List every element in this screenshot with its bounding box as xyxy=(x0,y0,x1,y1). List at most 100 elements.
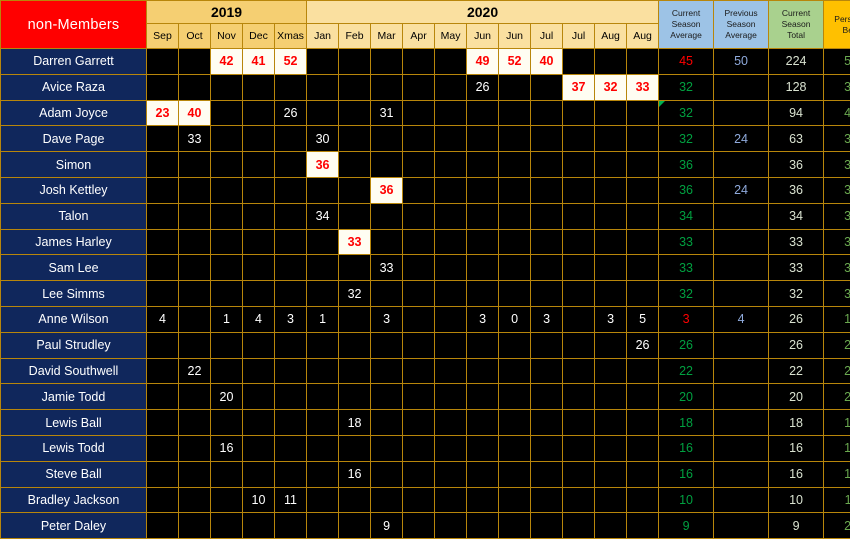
score-cell[interactable] xyxy=(499,332,531,358)
current-season-average-cell[interactable]: 9 xyxy=(659,513,714,539)
score-cell[interactable] xyxy=(435,513,467,539)
score-cell[interactable] xyxy=(435,203,467,229)
score-cell[interactable] xyxy=(531,126,563,152)
score-cell[interactable] xyxy=(595,229,627,255)
score-cell[interactable] xyxy=(627,255,659,281)
score-cell[interactable] xyxy=(371,384,403,410)
score-cell[interactable] xyxy=(307,74,339,100)
current-season-average-cell[interactable]: 36 xyxy=(659,152,714,178)
current-season-total-cell[interactable]: 20 xyxy=(769,384,824,410)
score-cell[interactable] xyxy=(627,281,659,307)
previous-season-average-cell[interactable] xyxy=(714,410,769,436)
score-cell[interactable] xyxy=(243,229,275,255)
score-cell[interactable] xyxy=(275,281,307,307)
score-cell[interactable] xyxy=(627,100,659,126)
score-cell[interactable] xyxy=(243,152,275,178)
personal-best-cell[interactable]: 11 xyxy=(824,487,850,513)
score-cell[interactable] xyxy=(339,255,371,281)
score-cell[interactable] xyxy=(243,332,275,358)
score-cell[interactable] xyxy=(307,332,339,358)
previous-season-average-cell[interactable] xyxy=(714,229,769,255)
score-cell[interactable] xyxy=(371,152,403,178)
score-cell[interactable] xyxy=(211,461,243,487)
score-cell[interactable] xyxy=(179,435,211,461)
score-cell[interactable] xyxy=(307,100,339,126)
score-cell[interactable] xyxy=(403,255,435,281)
score-cell[interactable] xyxy=(595,49,627,75)
score-cell[interactable] xyxy=(627,410,659,436)
score-cell[interactable] xyxy=(435,384,467,410)
score-cell[interactable]: 31 xyxy=(371,100,403,126)
personal-best-cell[interactable]: 33 xyxy=(824,126,850,152)
personal-best-cell[interactable]: 34 xyxy=(824,203,850,229)
score-cell[interactable] xyxy=(531,435,563,461)
score-cell[interactable] xyxy=(147,281,179,307)
score-cell[interactable] xyxy=(435,74,467,100)
score-cell[interactable]: 3 xyxy=(275,306,307,332)
personal-best-cell[interactable]: 21 xyxy=(824,513,850,539)
current-season-average-cell[interactable]: 45 xyxy=(659,49,714,75)
score-cell[interactable]: 30 xyxy=(307,126,339,152)
score-cell[interactable] xyxy=(307,487,339,513)
current-season-average-cell[interactable]: 16 xyxy=(659,461,714,487)
personal-best-cell[interactable]: 36 xyxy=(824,177,850,203)
score-cell[interactable] xyxy=(563,435,595,461)
player-name-cell[interactable]: Sam Lee xyxy=(1,255,147,281)
score-cell[interactable] xyxy=(339,487,371,513)
score-cell[interactable]: 3 xyxy=(371,306,403,332)
score-cell[interactable] xyxy=(435,306,467,332)
current-season-total-cell[interactable]: 33 xyxy=(769,255,824,281)
score-cell[interactable] xyxy=(531,461,563,487)
score-cell[interactable] xyxy=(403,203,435,229)
score-cell[interactable] xyxy=(147,435,179,461)
score-cell[interactable] xyxy=(211,229,243,255)
personal-best-cell[interactable]: 22 xyxy=(824,358,850,384)
score-cell[interactable]: 16 xyxy=(211,435,243,461)
score-cell[interactable] xyxy=(307,461,339,487)
score-cell[interactable] xyxy=(211,358,243,384)
score-cell[interactable] xyxy=(435,487,467,513)
score-cell[interactable] xyxy=(371,281,403,307)
score-cell[interactable] xyxy=(243,461,275,487)
score-cell[interactable] xyxy=(243,513,275,539)
score-cell[interactable] xyxy=(371,461,403,487)
score-cell[interactable] xyxy=(179,332,211,358)
score-cell[interactable]: 41 xyxy=(243,49,275,75)
score-cell[interactable] xyxy=(435,281,467,307)
previous-season-average-cell[interactable] xyxy=(714,100,769,126)
current-season-total-cell[interactable]: 34 xyxy=(769,203,824,229)
score-cell[interactable] xyxy=(435,435,467,461)
score-cell[interactable] xyxy=(467,410,499,436)
score-cell[interactable] xyxy=(467,358,499,384)
score-cell[interactable] xyxy=(403,332,435,358)
score-cell[interactable]: 36 xyxy=(371,177,403,203)
score-cell[interactable] xyxy=(627,513,659,539)
score-cell[interactable] xyxy=(147,126,179,152)
score-cell[interactable] xyxy=(467,384,499,410)
score-cell[interactable] xyxy=(563,255,595,281)
score-cell[interactable] xyxy=(435,49,467,75)
score-cell[interactable] xyxy=(467,513,499,539)
score-cell[interactable] xyxy=(531,513,563,539)
personal-best-cell[interactable]: 10 xyxy=(824,306,850,332)
score-cell[interactable] xyxy=(147,461,179,487)
current-season-average-cell[interactable]: 33 xyxy=(659,255,714,281)
score-cell[interactable] xyxy=(307,435,339,461)
score-cell[interactable] xyxy=(563,281,595,307)
current-season-average-cell[interactable]: 3 xyxy=(659,306,714,332)
score-cell[interactable] xyxy=(531,74,563,100)
score-cell[interactable]: 52 xyxy=(275,49,307,75)
previous-season-average-cell[interactable]: 24 xyxy=(714,126,769,152)
personal-best-cell[interactable]: 26 xyxy=(824,332,850,358)
current-season-total-cell[interactable]: 128 xyxy=(769,74,824,100)
current-season-total-cell[interactable]: 36 xyxy=(769,177,824,203)
player-name-cell[interactable]: Adam Joyce xyxy=(1,100,147,126)
score-cell[interactable] xyxy=(627,435,659,461)
score-cell[interactable] xyxy=(179,461,211,487)
personal-best-cell[interactable]: 16 xyxy=(824,435,850,461)
score-cell[interactable]: 20 xyxy=(211,384,243,410)
score-cell[interactable] xyxy=(243,435,275,461)
player-name-cell[interactable]: Josh Kettley xyxy=(1,177,147,203)
score-cell[interactable] xyxy=(499,513,531,539)
score-cell[interactable] xyxy=(275,126,307,152)
